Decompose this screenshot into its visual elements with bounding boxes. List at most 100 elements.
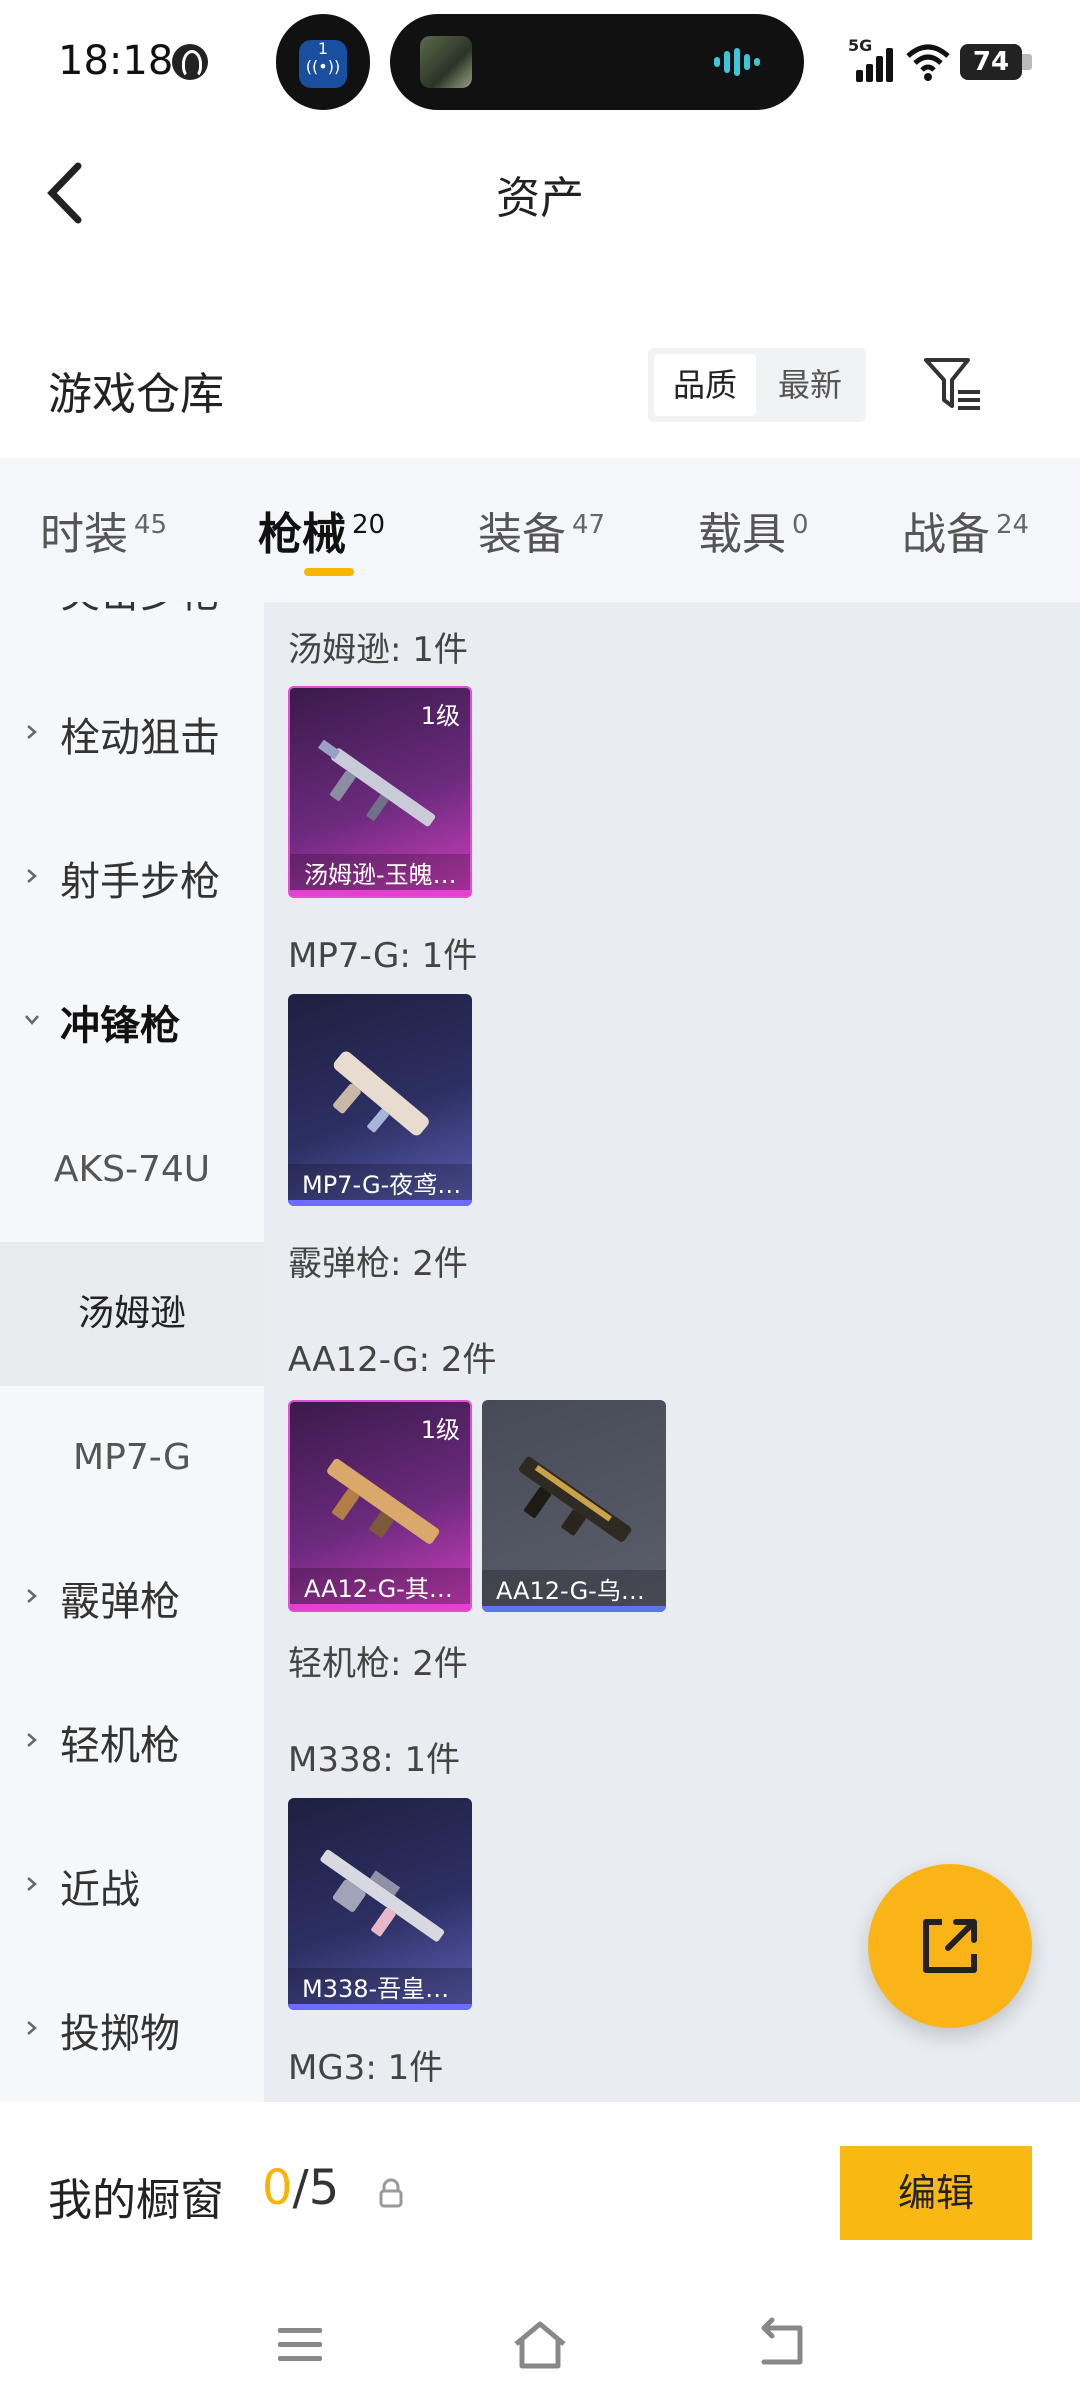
rarity-band [288, 1200, 472, 1206]
edit-button[interactable]: 编辑 [840, 2146, 1032, 2240]
chevron-right-icon [27, 1589, 37, 1603]
tab-label: 战备 [902, 509, 990, 560]
notification-count: 1 [317, 39, 329, 58]
sidebar-item-label: MP7-G [73, 1437, 191, 1478]
rarity-band [290, 890, 470, 896]
tab-count: 0 [792, 510, 809, 541]
shotgun-weapon-icon [327, 1458, 440, 1544]
tab-label: 装备 [478, 509, 566, 560]
sort-toggle: 品质 最新 [648, 348, 866, 422]
sidebar-item-melee[interactable]: 近战 [0, 1818, 264, 1962]
system-nav-bar [0, 2288, 1080, 2400]
group-label: 轻机枪: 2件 [288, 1644, 468, 1684]
tab-active-indicator [304, 568, 354, 576]
lock-icon [379, 2178, 403, 2208]
chevron-right-icon [27, 869, 37, 883]
tab-supplies[interactable]: 战备 24 [902, 498, 1029, 562]
sidebar-item-bolt-sniper[interactable]: 栓动狙击 [0, 666, 264, 810]
page-title: 资产 [496, 173, 584, 224]
tiktok-notification-icon [172, 44, 208, 80]
sidebar-item-label: 射手步枪 [60, 859, 220, 905]
sidebar-item-label: 投掷物 [60, 2011, 180, 2057]
category-tabs: 时装 45 枪械 20 装备 47 载具 0 战备 24 [0, 458, 1080, 602]
wifi-icon [906, 44, 950, 81]
broadcast-icon: 1 ((•)) [299, 40, 347, 88]
dynamic-island-media[interactable] [390, 14, 804, 110]
sidebar-item-label: 冲锋枪 [60, 1003, 180, 1049]
group-label: M338: 1件 [288, 1740, 461, 1780]
sort-newest-button[interactable]: 最新 [760, 354, 860, 416]
sort-quality-button[interactable]: 品质 [654, 354, 756, 416]
weapon-card[interactable]: AA12-G-乌… [482, 1400, 666, 1612]
smg-weapon-icon [333, 1051, 429, 1136]
showcase-count: 0/5 [262, 2160, 339, 2216]
audio-wave-icon [714, 48, 774, 76]
signal-icon: 5G [848, 36, 894, 82]
rarity-band [288, 2004, 472, 2010]
rarity-band [290, 1604, 470, 1610]
sidebar-item-marksman-rifle[interactable]: 射手步枪 [0, 810, 264, 954]
tab-equipment[interactable]: 装备 47 [478, 498, 605, 562]
network-label: 5G [848, 36, 873, 55]
sidebar-subitem-mp7g[interactable]: MP7-G [0, 1386, 264, 1530]
weapon-card[interactable]: M338-吾皇… [288, 1798, 472, 2010]
sidebar-subitem-aks74u[interactable]: AKS-74U [0, 1098, 264, 1242]
group-label: 汤姆逊: 1件 [288, 630, 468, 670]
sidebar-item-label: 栓动狙击 [60, 715, 220, 761]
group-label: AA12-G: 2件 [288, 1340, 497, 1380]
sidebar-item-label: 突击步枪 [60, 602, 220, 666]
sidebar-subitem-thompson[interactable]: 汤姆逊 [0, 1242, 264, 1386]
shotgun-weapon-icon [519, 1456, 632, 1542]
sidebar-item-label: 近战 [60, 1867, 140, 1913]
tab-count: 47 [572, 510, 606, 541]
sidebar-item-label: 霰弹枪 [60, 1579, 180, 1625]
sidebar-item-throwables[interactable]: 投掷物 [0, 1962, 264, 2102]
battery-indicator: 74 [960, 44, 1032, 80]
weapon-card[interactable]: 1级 汤姆逊-玉魄… [288, 686, 472, 898]
tab-count: 20 [352, 510, 386, 541]
tab-label: 载具 [698, 509, 786, 560]
share-fab-button[interactable] [868, 1864, 1032, 2028]
filter-list-icon[interactable] [922, 356, 984, 416]
chevron-right-icon [27, 1733, 37, 1747]
weapon-card[interactable]: MP7-G-夜鸢… [288, 994, 472, 1206]
chevron-right-icon [27, 1877, 37, 1891]
showcase-current: 0 [262, 2160, 293, 2216]
tab-vehicles[interactable]: 载具 0 [698, 498, 809, 562]
media-thumbnail [420, 36, 472, 88]
smg-weapon-icon [318, 739, 436, 827]
menu-icon[interactable] [270, 2316, 330, 2372]
sidebar-item-assault-rifle[interactable]: 突击步枪 [0, 602, 264, 666]
weapon-category-sidebar[interactable]: 突击步枪 栓动狙击 射手步枪 冲锋枪 AKS-74U 汤姆逊 MP7-G 霰弹枪… [0, 602, 264, 2102]
chevron-down-icon [25, 1015, 39, 1025]
status-bar: 18:18 1 ((•)) 5G 74 [0, 0, 1080, 120]
status-time: 18:18 [58, 38, 174, 84]
tab-fashion[interactable]: 时装 45 [40, 498, 167, 562]
group-label: 霰弹枪: 2件 [288, 1244, 468, 1284]
dynamic-island-left[interactable]: 1 ((•)) [276, 14, 370, 110]
rarity-band [482, 1606, 666, 1612]
home-icon[interactable] [510, 2316, 570, 2372]
tab-firearms[interactable]: 枪械 20 [258, 498, 385, 562]
chevron-right-icon [27, 2021, 37, 2035]
sidebar-item-lmg[interactable]: 轻机枪 [0, 1674, 264, 1818]
sidebar-item-label: AKS-74U [53, 1149, 211, 1190]
sidebar-item-label: 轻机枪 [60, 1723, 180, 1769]
tab-count: 45 [134, 510, 168, 541]
sidebar-item-smg[interactable]: 冲锋枪 [0, 954, 264, 1098]
group-label: MG3: 1件 [288, 2048, 444, 2088]
tab-label: 枪械 [258, 509, 346, 560]
tab-label: 时装 [40, 509, 128, 560]
chevron-right-icon [27, 725, 37, 739]
lmg-weapon-icon [320, 1849, 445, 1942]
weapon-card[interactable]: 1级 AA12-G-其… [288, 1400, 472, 1612]
showcase-bar: 我的橱窗 0/5 编辑 [0, 2102, 1080, 2288]
showcase-title: 我的橱窗 [48, 2175, 224, 2226]
tab-count: 24 [996, 510, 1030, 541]
sidebar-item-label: 汤姆逊 [77, 1293, 186, 1334]
group-label: MP7-G: 1件 [288, 936, 478, 976]
share-external-icon [923, 1919, 977, 1973]
warehouse-title: 游戏仓库 [48, 369, 224, 420]
sidebar-item-shotgun[interactable]: 霰弹枪 [0, 1530, 264, 1674]
back-icon[interactable] [750, 2316, 810, 2372]
